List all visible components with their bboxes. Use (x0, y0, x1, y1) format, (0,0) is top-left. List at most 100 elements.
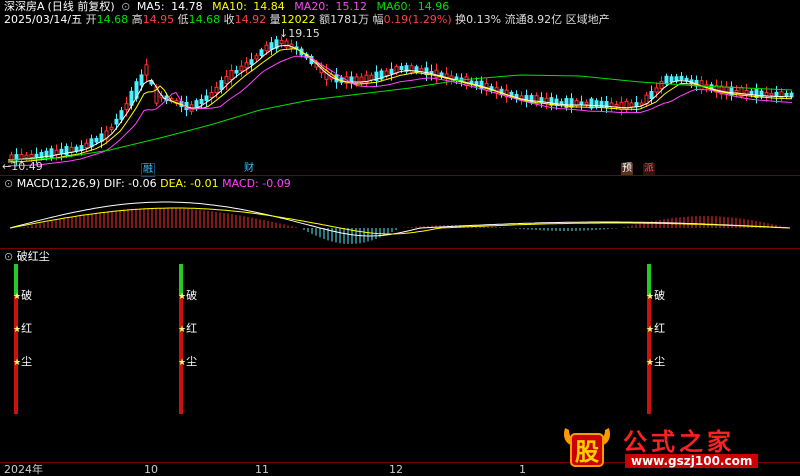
candle-body (419, 68, 424, 72)
macd-header: ⊙ MACD(12,26,9) DIF: -0.06 DEA: -0.01 MA… (4, 177, 291, 190)
date-axis-label-3: 12 (389, 463, 403, 476)
indicator-signal-label: ★破 (13, 289, 33, 302)
candle-body (674, 76, 679, 82)
ma20-line (7, 55, 793, 167)
indicator-signal-label: ★红 (178, 322, 198, 335)
indicator-signal-label: ★红 (646, 322, 666, 335)
date-axis-label-2: 11 (255, 463, 269, 476)
flag-finance[interactable]: 财 (243, 163, 255, 175)
candle-body (69, 146, 74, 153)
candle-body (239, 65, 244, 72)
candle-body (734, 89, 739, 94)
candle-body (214, 86, 219, 94)
candle-body (409, 65, 414, 73)
indicator-signal-label: ★尘 (178, 355, 198, 368)
watermark-url: www.gszj100.com (625, 454, 759, 468)
macd-settings-icon[interactable]: ⊙ (4, 177, 13, 190)
dif-line (9, 201, 791, 237)
candle-body (394, 66, 399, 74)
candle-body (259, 49, 264, 57)
candle-body (74, 146, 79, 152)
candle-body (639, 102, 644, 106)
date-axis-label-0: 2024年 (4, 463, 43, 476)
dea-label: DEA: -0.01 (160, 177, 219, 190)
candle-body (59, 148, 64, 155)
candle-body (114, 118, 119, 125)
candle-body (234, 69, 239, 74)
candle-body (669, 76, 674, 83)
candle-body (99, 133, 104, 142)
candle-body (679, 75, 684, 81)
high-price-marker: ↓19.15 (279, 27, 320, 40)
watermark-site-name: 公式之家 (623, 428, 735, 456)
candle-body (224, 76, 229, 84)
candle-body (634, 102, 639, 107)
indicator-title[interactable]: 破红尘 (17, 250, 50, 263)
candle-body (124, 103, 129, 111)
divider-price-macd (0, 175, 800, 176)
indicator-signal-label: ★破 (646, 289, 666, 302)
candle-body (584, 101, 589, 105)
candle-body (219, 80, 224, 90)
candle-body (109, 126, 114, 130)
date-axis-label-1: 10 (144, 463, 158, 476)
candle-body (369, 74, 374, 81)
candle-body (384, 70, 389, 76)
candle-body (399, 65, 404, 71)
candle-body (139, 74, 144, 86)
candle-body (659, 80, 664, 90)
ma5-line (7, 44, 793, 161)
candle-body (34, 153, 39, 158)
candle-body (589, 98, 594, 109)
candle-body (229, 70, 234, 80)
indicator-signal-label: ★尘 (646, 355, 666, 368)
indicator-signal-label: ★破 (178, 289, 198, 302)
candle-body (84, 142, 89, 149)
candle-body (284, 40, 289, 48)
candle-body (209, 92, 214, 98)
candle-body (614, 103, 619, 108)
candle-body (244, 62, 249, 69)
macd-title[interactable]: MACD(12,26,9) (17, 177, 101, 190)
dea-line (9, 207, 791, 235)
date-axis-label-4: 1 (519, 463, 526, 476)
flag-forecast[interactable]: 预 (621, 163, 633, 175)
candle-body (204, 95, 209, 102)
candle-body (269, 42, 274, 50)
candle-body (644, 94, 649, 105)
candle-body (629, 102, 634, 108)
watermark-logo: 股 公式之家 www.gszj100.com (557, 420, 797, 472)
flag-dividend[interactable]: 派 (643, 163, 655, 175)
candle-body (54, 149, 59, 156)
candle-body (264, 44, 269, 52)
candle-body (119, 110, 124, 120)
candle-body (144, 64, 149, 76)
candle-body (254, 55, 259, 60)
indicator-signal-label: ★红 (13, 322, 33, 335)
candle-body (769, 92, 774, 96)
candle-body (464, 76, 469, 87)
candle-body (649, 91, 654, 99)
chart-canvas[interactable] (0, 0, 800, 476)
candle-body (94, 137, 99, 143)
candle-body (624, 100, 629, 111)
candle-body (24, 154, 29, 159)
candle-body (654, 87, 659, 93)
candle-body (279, 39, 284, 45)
candle-body (579, 101, 584, 105)
low-price-marker: ←10.49 (2, 160, 43, 173)
indicator-settings-icon[interactable]: ⊙ (4, 250, 13, 263)
macd-value-label: MACD: -0.09 (222, 177, 291, 190)
watermark-bull-icon: 股 (559, 424, 615, 468)
candle-body (29, 153, 34, 158)
candle-body (199, 98, 204, 105)
dif-label: DIF: -0.06 (103, 177, 157, 190)
candle-body (249, 59, 254, 65)
divider-macd-indicator (0, 248, 800, 249)
candle-body (764, 92, 769, 97)
candle-body (664, 75, 669, 85)
indicator-signal-label: ★尘 (13, 355, 33, 368)
indicator-header: ⊙ 破红尘 (4, 250, 50, 263)
candle-body (389, 68, 394, 75)
candle-body (784, 92, 789, 97)
